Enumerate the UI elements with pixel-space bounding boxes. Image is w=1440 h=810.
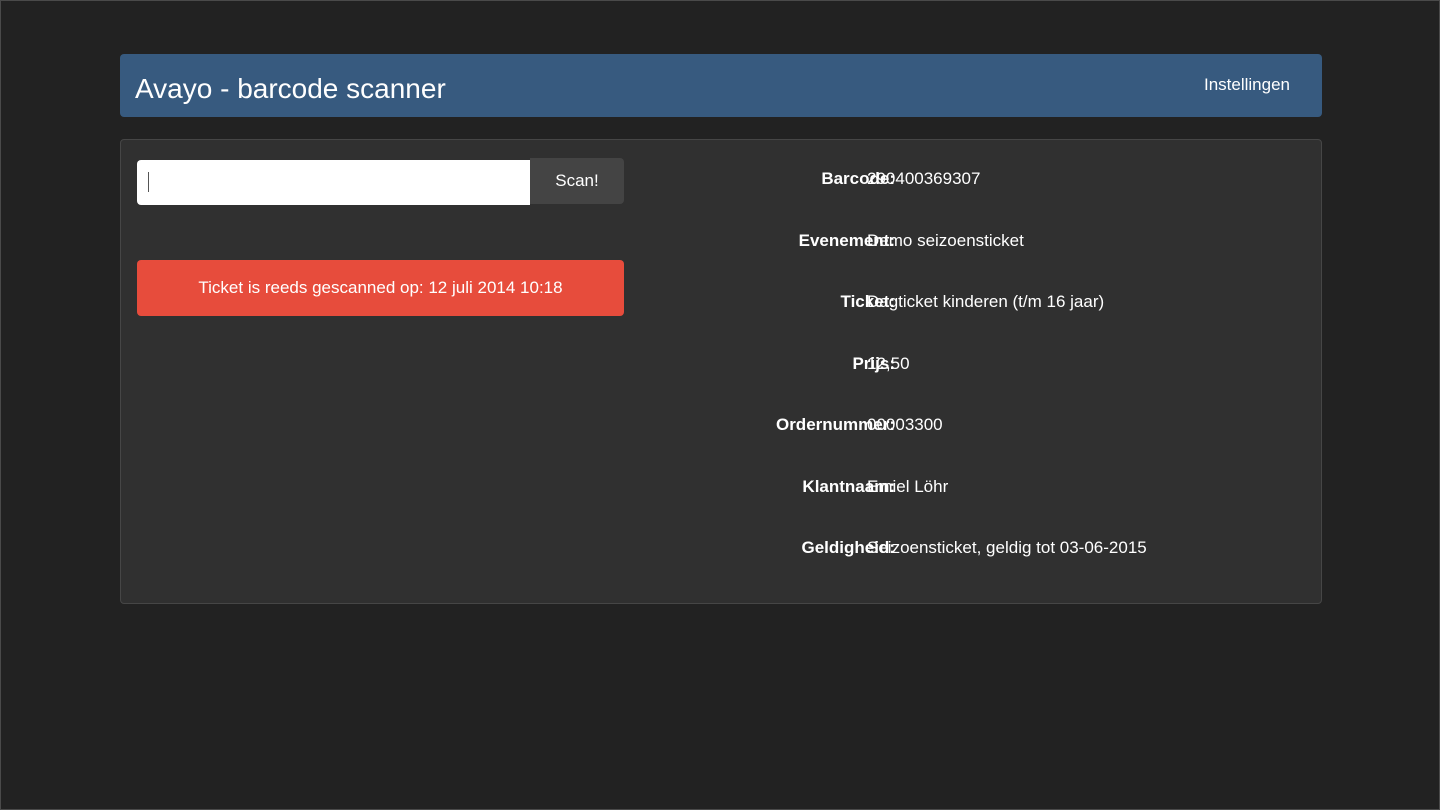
detail-value: 290400369307 [867,169,981,188]
text-cursor [148,172,149,192]
detail-value: Seizoensticket, geldig tot 03-06-2015 [867,538,1147,557]
detail-value: Demo seizoensticket [867,230,1024,250]
detail-row-ordernummer: Ordernummer: 00003300 [681,414,1301,476]
detail-row-barcode: Barcode: 290400369307 [681,168,1301,230]
detail-value: 00003300 [867,415,943,434]
detail-row-ticket: Ticket: Dagticket kinderen (t/m 16 jaar) [681,291,1301,353]
detail-value: Emiel Löhr [867,476,949,496]
detail-value: Dagticket kinderen (t/m 16 jaar) [867,292,1105,311]
scanner-panel: Scan! Ticket is reeds gescanned op: 12 j… [120,139,1322,604]
barcode-input[interactable] [137,160,530,205]
settings-link[interactable]: Instellingen [1204,74,1290,96]
error-alert: Ticket is reeds gescanned op: 12 juli 20… [137,260,624,316]
detail-row-klantnaam: Klantnaam: Emiel Löhr [681,476,1301,538]
detail-row-evenement: Evenement: Demo seizoensticket [681,230,1301,292]
ticket-details: Barcode: 290400369307 Evenement: Demo se… [681,168,1301,599]
app-title[interactable]: Avayo - barcode scanner [135,72,446,106]
scan-button[interactable]: Scan! [530,158,624,204]
detail-row-prijs: Prijs: 12,50 [681,353,1301,415]
app-window: Avayo - barcode scanner Instellingen Sca… [0,0,1440,810]
detail-row-geldigheid: Geldigheid: Seizoensticket, geldig tot 0… [681,537,1301,599]
detail-value: 12,50 [867,353,910,373]
navbar: Avayo - barcode scanner Instellingen [120,54,1322,117]
